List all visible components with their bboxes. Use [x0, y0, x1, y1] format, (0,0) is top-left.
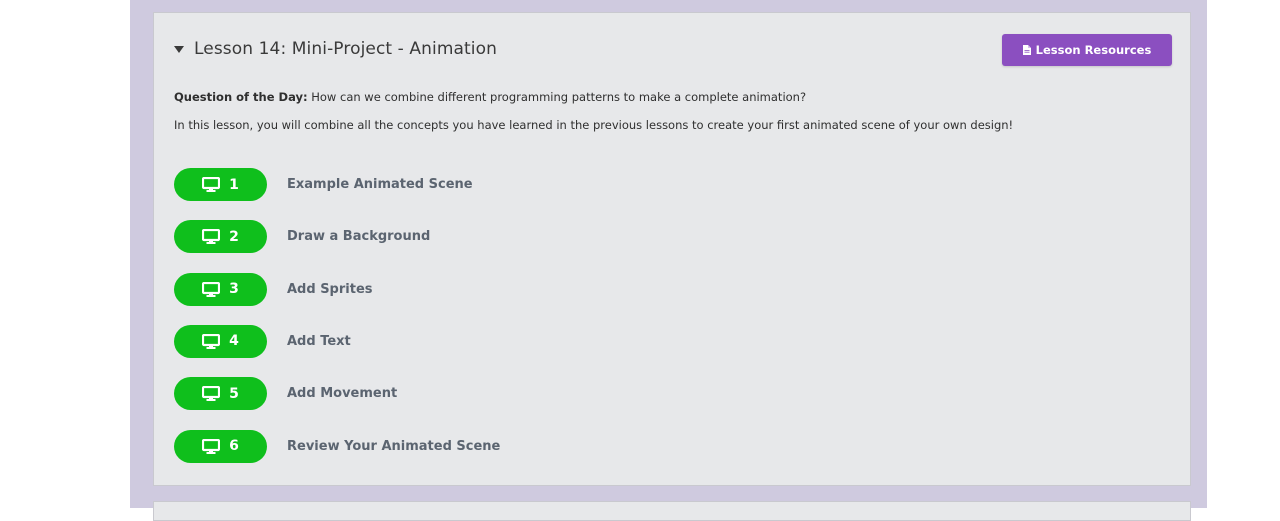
level-number: 6: [229, 438, 239, 454]
lesson-resources-button[interactable]: Lesson Resources: [1002, 34, 1172, 66]
level-row: 4 Add Text: [174, 324, 351, 358]
question-text: How can we combine different programming…: [307, 90, 807, 104]
level-row: 6 Review Your Animated Scene: [174, 429, 500, 463]
lesson-resources-label: Lesson Resources: [1035, 43, 1152, 57]
monitor-icon: [202, 229, 221, 245]
level-label[interactable]: Add Text: [287, 334, 351, 349]
level-button[interactable]: 3: [174, 272, 267, 306]
level-button[interactable]: 5: [174, 377, 267, 411]
monitor-icon: [202, 177, 221, 192]
question-label: Question of the Day:: [174, 90, 308, 104]
level-number: 4: [229, 333, 239, 350]
monitor-icon: [202, 333, 221, 349]
caret-down-icon[interactable]: [174, 45, 184, 53]
monitor-icon: [202, 281, 221, 297]
document-icon: [1022, 45, 1031, 55]
level-label[interactable]: Add Movement: [287, 386, 397, 401]
level-row: 3 Add Sprites: [174, 272, 373, 306]
level-label[interactable]: Draw a Background: [287, 229, 430, 244]
question-of-the-day: Question of the Day: How can we combine …: [174, 90, 806, 104]
level-label[interactable]: Review Your Animated Scene: [287, 439, 500, 454]
level-number: 3: [229, 281, 239, 298]
monitor-icon: [202, 386, 221, 402]
level-number: 2: [229, 228, 239, 245]
level-button[interactable]: 1: [174, 168, 267, 201]
level-label[interactable]: Example Animated Scene: [287, 177, 473, 192]
level-button[interactable]: 2: [174, 220, 267, 254]
level-row: 1 Example Animated Scene: [174, 168, 473, 201]
level-number: 1: [229, 176, 239, 193]
lesson-card: Lesson 14: Mini-Project - Animation Less…: [153, 12, 1191, 486]
level-label[interactable]: Add Sprites: [287, 282, 373, 297]
level-button[interactable]: 6: [174, 429, 267, 463]
level-row: 2 Draw a Background: [174, 220, 430, 254]
lesson-description: In this lesson, you will combine all the…: [174, 118, 1014, 132]
monitor-icon: [202, 438, 221, 454]
level-row: 5 Add Movement: [174, 377, 397, 411]
next-lesson-card: [153, 501, 1191, 521]
lesson-title[interactable]: Lesson 14: Mini-Project - Animation: [194, 39, 497, 59]
level-number: 5: [229, 385, 239, 402]
level-button[interactable]: 4: [174, 324, 267, 358]
lesson-header[interactable]: Lesson 14: Mini-Project - Animation: [174, 39, 497, 59]
